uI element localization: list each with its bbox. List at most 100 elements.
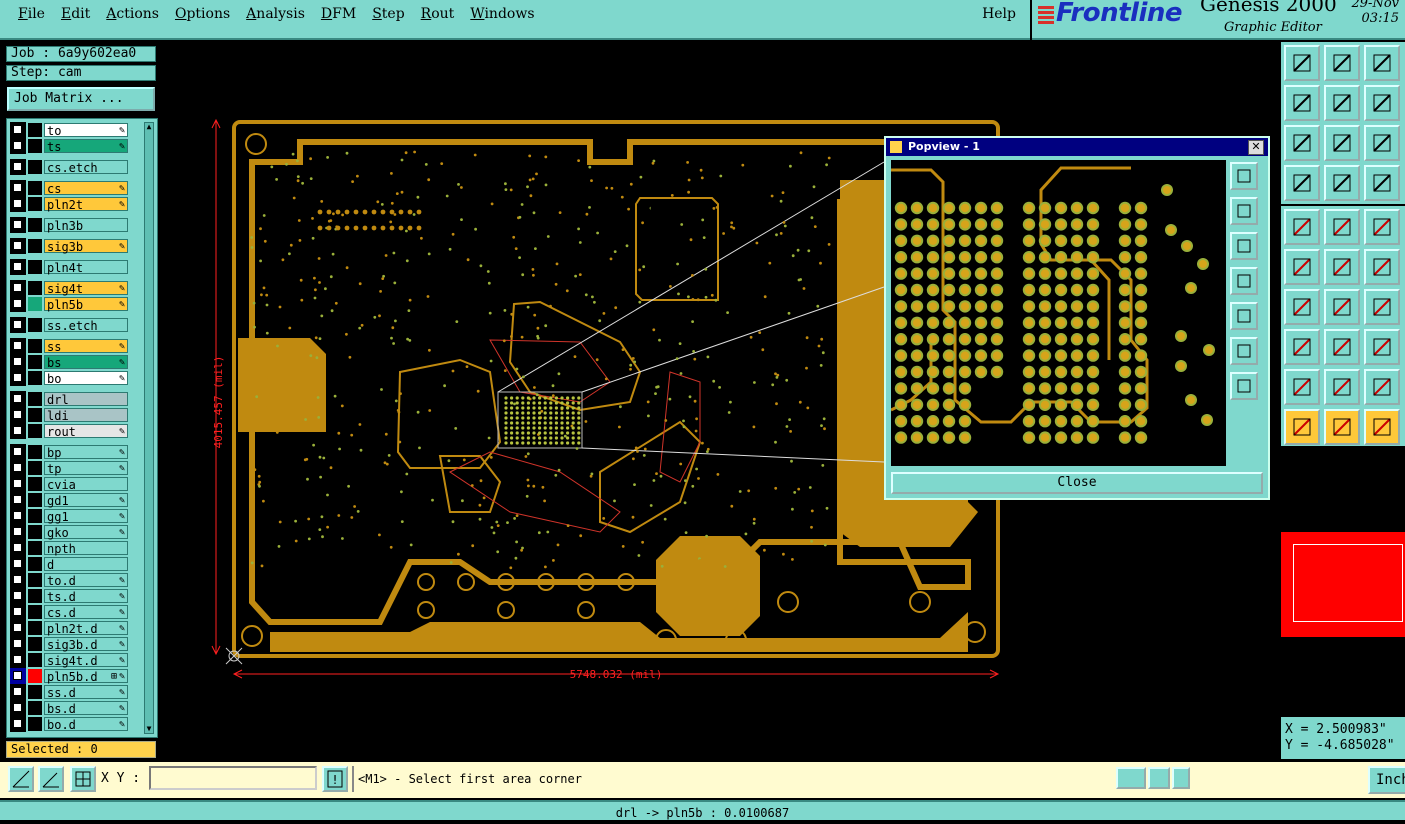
- layer-affected-toggle[interactable]: [10, 684, 26, 700]
- layer-display-swatch[interactable]: [28, 181, 42, 195]
- layer-affected-toggle[interactable]: [10, 196, 26, 212]
- layer-name[interactable]: d: [44, 557, 128, 572]
- layer-display-swatch[interactable]: [28, 239, 42, 253]
- undo-view-icon[interactable]: [1364, 85, 1400, 121]
- layer-checkbox[interactable]: [13, 410, 22, 419]
- layer-row-pln2t-d[interactable]: pln2t.d ✎: [10, 620, 132, 636]
- layer-display-swatch[interactable]: [28, 589, 42, 603]
- layer-name[interactable]: ldi: [44, 408, 128, 423]
- layer-display-swatch[interactable]: [28, 557, 42, 571]
- layer-row-bs[interactable]: bs ✎: [10, 354, 132, 370]
- layer-row-d[interactable]: d: [10, 556, 132, 572]
- layer-row-tp[interactable]: tp ✎: [10, 460, 132, 476]
- layer-checkbox[interactable]: [13, 125, 22, 134]
- layer-checkbox[interactable]: [13, 394, 22, 403]
- layer-row-ss-d[interactable]: ss.d ✎: [10, 684, 132, 700]
- units-button[interactable]: Inch: [1368, 766, 1405, 794]
- layer-name[interactable]: ts.d ✎: [44, 589, 128, 604]
- layer-display-swatch[interactable]: [28, 339, 42, 353]
- layer-row-npth[interactable]: npth: [10, 540, 132, 556]
- layer-display-swatch[interactable]: [28, 424, 42, 438]
- fit-icon[interactable]: [1284, 125, 1320, 161]
- menu-rout[interactable]: Rout: [413, 4, 463, 24]
- layer-row-ss[interactable]: ss ✎: [10, 338, 132, 354]
- layer-row-ts[interactable]: ts ✎: [10, 138, 132, 154]
- layer-display-swatch[interactable]: [28, 318, 42, 332]
- layer-row-pln2t[interactable]: pln2t ✎: [10, 196, 132, 212]
- layer-row-pln4t[interactable]: pln4t: [10, 259, 132, 275]
- snap-mode-icon[interactable]: [1364, 165, 1400, 201]
- layer-display-swatch[interactable]: [28, 701, 42, 715]
- dimension-icon[interactable]: [1364, 329, 1400, 365]
- layer-display-swatch[interactable]: [28, 445, 42, 459]
- layer-name[interactable]: bo.d ✎: [44, 717, 128, 732]
- layer-row-pln5b[interactable]: pln5b ✎: [10, 296, 132, 312]
- zoom-center-icon[interactable]: [1324, 125, 1360, 161]
- layer-checkbox[interactable]: [13, 623, 22, 632]
- layer-checkbox[interactable]: [13, 299, 22, 308]
- layer-name[interactable]: sig3b ✎: [44, 239, 128, 254]
- layer-display-swatch[interactable]: [28, 260, 42, 274]
- layer-name[interactable]: ss.d ✎: [44, 685, 128, 700]
- layer-affected-toggle[interactable]: [10, 338, 26, 354]
- layer-affected-toggle[interactable]: [10, 407, 26, 423]
- layer-row-bs-d[interactable]: bs.d ✎: [10, 700, 132, 716]
- layer-row-sig3b-d[interactable]: sig3b.d ✎: [10, 636, 132, 652]
- layer-checkbox[interactable]: [13, 543, 22, 552]
- zoom-in-icon[interactable]: [1230, 372, 1258, 400]
- layer-affected-toggle[interactable]: [10, 460, 26, 476]
- layer-display-swatch[interactable]: [28, 371, 42, 385]
- horizontal-line-icon[interactable]: [1324, 329, 1360, 365]
- layer-affected-toggle[interactable]: [10, 423, 26, 439]
- layer-display-swatch[interactable]: [28, 541, 42, 555]
- layer-row-drl[interactable]: drl: [10, 391, 132, 407]
- measure-icon[interactable]: [1284, 209, 1320, 245]
- pan-down-icon[interactable]: [1230, 232, 1258, 260]
- layer-row-bo[interactable]: bo ✎: [10, 370, 132, 386]
- layer-affected-toggle[interactable]: [10, 668, 26, 684]
- layer-name[interactable]: cs.etch: [44, 160, 128, 175]
- layer-affected-toggle[interactable]: [10, 317, 26, 333]
- layer-checkbox[interactable]: [13, 199, 22, 208]
- layer-affected-toggle[interactable]: [10, 180, 26, 196]
- layer-affected-toggle[interactable]: [10, 296, 26, 312]
- layer-name[interactable]: bs ✎: [44, 355, 128, 370]
- pan-right-icon[interactable]: [1324, 85, 1360, 121]
- layer-display-swatch[interactable]: [28, 685, 42, 699]
- line-icon[interactable]: [1364, 249, 1400, 285]
- layer-name[interactable]: bo ✎: [44, 371, 128, 386]
- layer-name[interactable]: pln5b ✎: [44, 297, 128, 312]
- menu-actions[interactable]: Actions: [98, 4, 167, 24]
- layer-checkbox[interactable]: [13, 357, 22, 366]
- layer-name[interactable]: to.d ✎: [44, 573, 128, 588]
- layer-affected-toggle[interactable]: [10, 556, 26, 572]
- menu-options[interactable]: Options: [167, 4, 238, 24]
- layer-affected-toggle[interactable]: [10, 138, 26, 154]
- layer-name[interactable]: bs.d ✎: [44, 701, 128, 716]
- open-icon[interactable]: [1284, 45, 1320, 81]
- layer-display-swatch[interactable]: [28, 669, 42, 683]
- select-box-icon[interactable]: [1324, 409, 1360, 445]
- pan-left-icon[interactable]: [1230, 267, 1258, 295]
- layer-affected-toggle[interactable]: [10, 122, 26, 138]
- layer-checkbox[interactable]: [13, 655, 22, 664]
- layer-affected-toggle[interactable]: [10, 700, 26, 716]
- popview-close-button[interactable]: Close: [891, 472, 1263, 494]
- layer-checkbox[interactable]: [13, 479, 22, 488]
- arrow-up-icon[interactable]: [1324, 369, 1360, 405]
- layer-checkbox[interactable]: [13, 320, 22, 329]
- layer-display-swatch[interactable]: [28, 355, 42, 369]
- save-icon[interactable]: [1324, 45, 1360, 81]
- popview-window[interactable]: Popview - 1 ✕ Close: [884, 136, 1270, 500]
- layer-name[interactable]: rout ✎: [44, 424, 128, 439]
- layer-checkbox[interactable]: [13, 671, 22, 680]
- rotate-icon[interactable]: [1364, 289, 1400, 325]
- layer-row-sig4t[interactable]: sig4t ✎: [10, 280, 132, 296]
- layer-checkbox[interactable]: [13, 559, 22, 568]
- pan-left-icon[interactable]: [1284, 85, 1320, 121]
- menu-step[interactable]: Step: [364, 4, 412, 24]
- layer-checkbox[interactable]: [13, 511, 22, 520]
- layer-affected-toggle[interactable]: [10, 604, 26, 620]
- home-icon[interactable]: [1364, 45, 1400, 81]
- ruler-icon[interactable]: [1364, 209, 1400, 245]
